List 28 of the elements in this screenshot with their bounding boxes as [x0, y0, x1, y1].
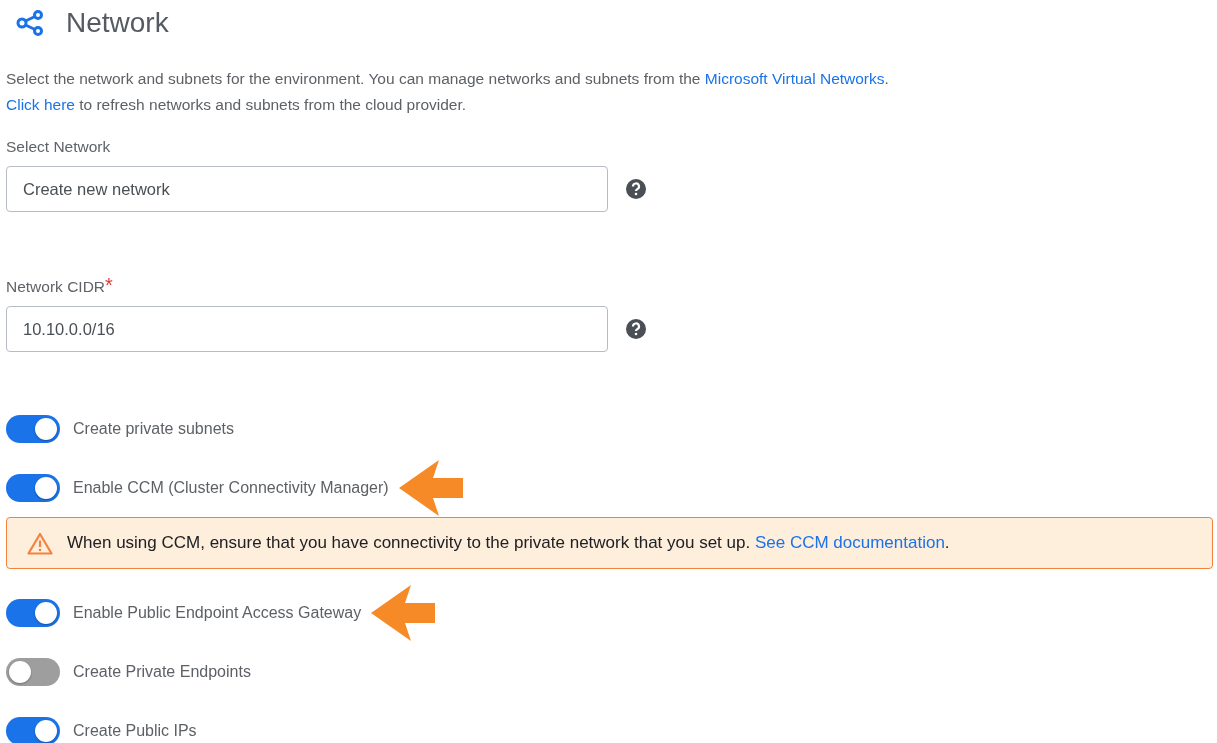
section-title: Network: [66, 7, 169, 39]
help-icon[interactable]: [626, 319, 646, 339]
field-label: Select Network: [6, 137, 112, 157]
toggle-label: Enable CCM (Cluster Connectivity Manager): [73, 478, 389, 497]
toggle-label: Create Private Endpoints: [73, 662, 251, 681]
help-icon[interactable]: [626, 179, 646, 199]
toggle-switch[interactable]: [6, 598, 60, 627]
click-here-link[interactable]: Click here: [6, 96, 75, 113]
toggle-switch[interactable]: [6, 657, 60, 686]
toggle-switch[interactable]: [6, 473, 60, 502]
toggle-label: Create private subnets: [73, 419, 234, 438]
input-field[interactable]: 10.10.0.0/16: [6, 306, 608, 352]
documentation-link[interactable]: See CCM documentation: [754, 533, 945, 552]
field-label: Network CIDR*: [6, 276, 114, 298]
required-mark: *: [105, 274, 113, 296]
share-icon: [16, 10, 44, 36]
virtual-networks-link[interactable]: Microsoft Virtual Networks: [704, 70, 885, 87]
arrow-icon: [398, 459, 463, 516]
toggle-label: Enable Public Endpoint Access Gateway: [73, 603, 362, 622]
input-field[interactable]: Create new network: [6, 166, 608, 212]
toggle-label: Create Public IPs: [73, 721, 197, 740]
warning-icon: [27, 531, 53, 555]
description-text: Select the network and subnets for the environment. You can manage networks and subnets from the Microsoft Virtual Networks.: [6, 69, 890, 89]
toggle-switch[interactable]: [6, 414, 60, 443]
arrow-icon: [371, 584, 436, 641]
refresh-text: Click here to refresh networks and subnets from the cloud provider.: [6, 95, 468, 115]
toggle-switch[interactable]: [6, 716, 60, 743]
alert-text: When using CCM, ensure that you have connectivity to the private network that you set up. See CCM documentation.: [67, 533, 950, 553]
